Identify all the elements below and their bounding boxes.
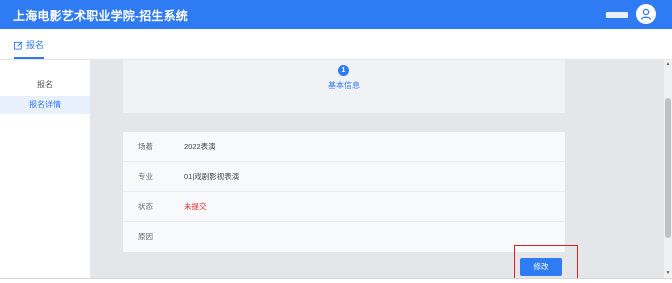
scroll-up-arrow-icon[interactable]: ▲ xyxy=(664,61,672,67)
active-tab-indicator xyxy=(14,57,44,59)
info-value: 2022表演 xyxy=(184,142,216,151)
status-value: 未提交 xyxy=(184,202,207,211)
scrollbar[interactable]: ▲ ▼ xyxy=(664,60,672,278)
step-number: 1 xyxy=(338,65,349,76)
info-value: 01|戏剧影视表演 xyxy=(184,172,240,181)
info-label: 场着 xyxy=(138,142,153,151)
sidebar: 报名 报名详情 xyxy=(0,60,90,282)
modify-button[interactable]: 修改 xyxy=(520,258,562,276)
info-label: 原因 xyxy=(138,232,153,241)
nav-bar: 报名 xyxy=(0,29,672,60)
edit-icon xyxy=(14,41,23,50)
info-row-status: 状态 未提交 xyxy=(123,192,565,222)
scroll-down-arrow-icon[interactable]: ▼ xyxy=(664,270,672,276)
tab-enroll-label: 报名 xyxy=(26,40,45,50)
info-row-session: 场着 2022表演 xyxy=(123,132,565,162)
info-label: 专业 xyxy=(138,172,153,181)
bottom-divider xyxy=(0,278,672,283)
info-panel: 场着 2022表演 专业 01|戏剧影视表演 状态 未提交 原因 xyxy=(123,132,565,252)
user-avatar-icon[interactable] xyxy=(636,4,656,24)
step-indicator: 1 基本信息 xyxy=(123,60,565,113)
top-bar: 上海电影艺术职业学院-招生系统 xyxy=(0,0,672,29)
tab-enroll[interactable]: 报名 xyxy=(14,38,44,58)
info-row-reason: 原因 xyxy=(123,222,565,251)
username-masked[interactable] xyxy=(606,12,628,18)
step-label: 基本信息 xyxy=(328,81,360,90)
info-label: 状态 xyxy=(138,202,153,211)
app-title: 上海电影艺术职业学院-招生系统 xyxy=(13,9,188,23)
sidebar-item-enroll-details[interactable]: 报名详情 xyxy=(0,96,90,114)
scroll-thumb[interactable] xyxy=(665,98,671,238)
info-row-major: 专业 01|戏剧影视表演 xyxy=(123,162,565,192)
sidebar-item-enroll[interactable]: 报名 xyxy=(0,76,90,94)
